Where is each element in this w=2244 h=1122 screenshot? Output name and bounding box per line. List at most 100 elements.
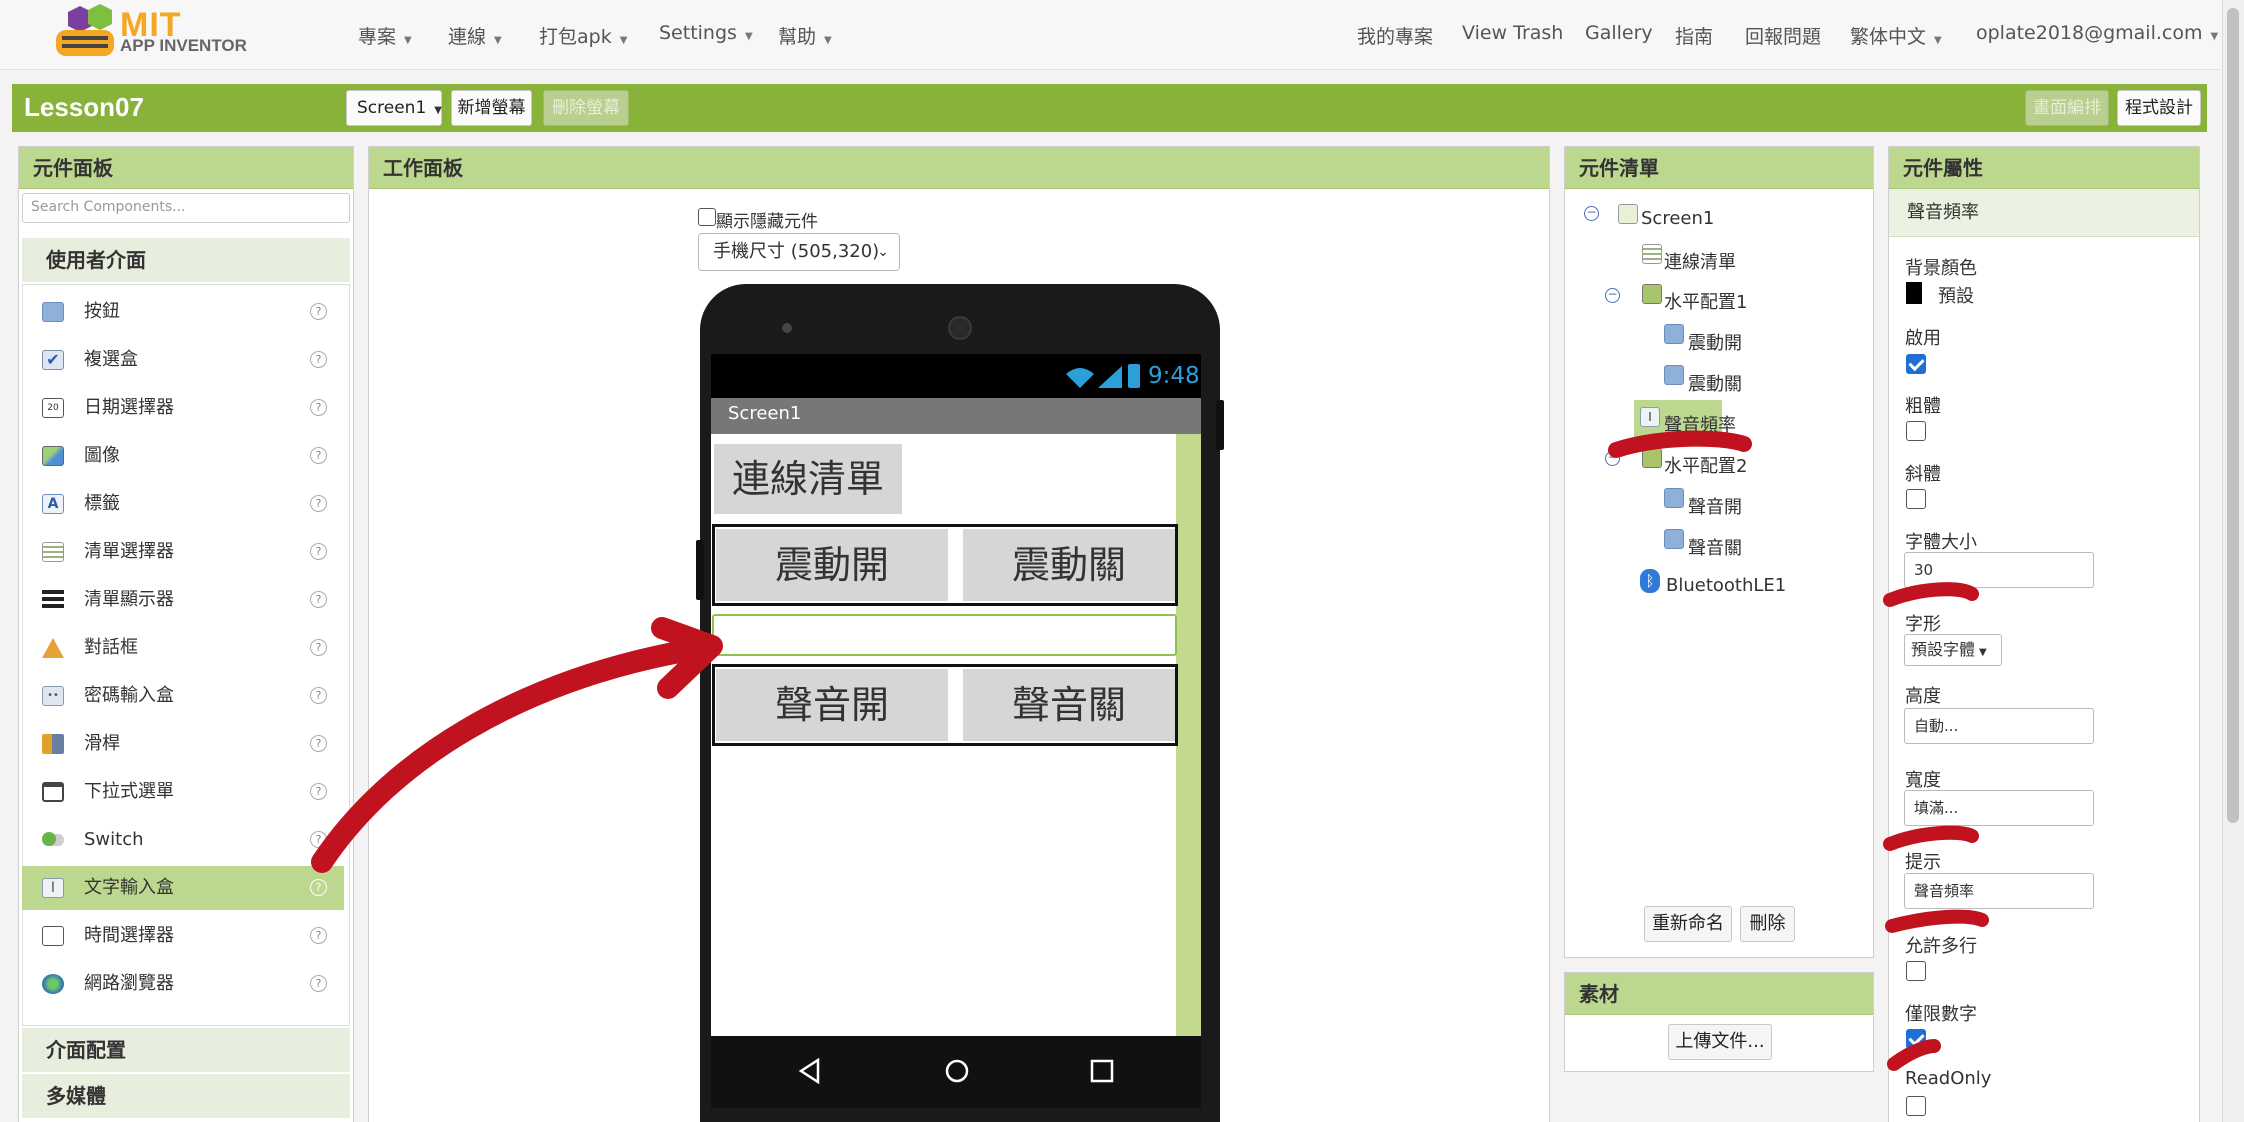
- help-icon[interactable]: ?: [310, 783, 327, 800]
- bg-color-swatch[interactable]: [1906, 282, 1922, 304]
- home-icon[interactable]: [944, 1058, 970, 1084]
- blocks-button[interactable]: 程式設計: [2117, 90, 2201, 126]
- palette-item-timepicker[interactable]: 時間選擇器?: [22, 914, 344, 958]
- nav-gallery[interactable]: Gallery: [1585, 22, 1653, 44]
- tree-item-bluetoothle1[interactable]: BluetoothLE1: [1666, 575, 1786, 596]
- designer-button[interactable]: 畫面編排: [2025, 90, 2109, 126]
- enabled-checkbox[interactable]: [1906, 354, 1926, 374]
- palette-item-checkbox[interactable]: ✔ 複選盒?: [22, 338, 344, 382]
- bg-color-value[interactable]: 預設: [1938, 282, 1974, 308]
- palette-item-webviewer[interactable]: 網路瀏覽器?: [22, 962, 344, 1006]
- fontsize-input[interactable]: 30: [1904, 552, 2094, 588]
- upload-file-button[interactable]: 上傳文件...: [1668, 1024, 1772, 1060]
- page-scrollbar-thumb[interactable]: [2227, 8, 2239, 823]
- tree-item-vibration-on[interactable]: 震動開: [1688, 329, 1742, 355]
- switch-icon: [42, 832, 64, 846]
- tree-item-screen1[interactable]: Screen1: [1641, 208, 1714, 229]
- clock-icon: [42, 926, 64, 946]
- multiline-label: 允許多行: [1905, 936, 1977, 957]
- vibration-on-button[interactable]: 震動開: [716, 529, 948, 601]
- palette-item-switch[interactable]: Switch?: [22, 818, 344, 862]
- tree-item-connect-list[interactable]: 連線清單: [1664, 248, 1736, 274]
- phone-size-select[interactable]: 手機尺寸 (505,320) ⌄: [698, 233, 900, 271]
- palette-item-spinner[interactable]: 下拉式選單?: [22, 770, 344, 814]
- screen-icon: [1618, 204, 1638, 224]
- app-inventor-logo-icon[interactable]: [48, 2, 118, 60]
- tree-item-sound-frequency[interactable]: 聲音頻率: [1664, 411, 1736, 437]
- palette-item-listpicker[interactable]: 清單選擇器?: [22, 530, 344, 574]
- show-hidden-checkbox[interactable]: [698, 208, 716, 226]
- height-input[interactable]: 自動...: [1904, 708, 2094, 744]
- remove-screen-button[interactable]: 刪除螢幕: [543, 90, 629, 126]
- nav-help[interactable]: 幫助 ▼: [778, 22, 832, 49]
- button-icon: [1664, 529, 1684, 549]
- palette-item-listview[interactable]: 清單顯示器?: [22, 578, 344, 622]
- tree-item-sound-off[interactable]: 聲音關: [1688, 534, 1742, 560]
- help-icon[interactable]: ?: [310, 879, 327, 896]
- numbers-only-checkbox[interactable]: [1906, 1029, 1926, 1049]
- nav-account[interactable]: oplate2018@gmail.com ▼: [1976, 22, 2218, 44]
- palette-item-image[interactable]: 圖像?: [22, 434, 344, 478]
- nav-projects[interactable]: 專案 ▼: [358, 22, 412, 49]
- help-icon[interactable]: ?: [310, 399, 327, 416]
- palette-item-passwordtextbox[interactable]: •• 密碼輸入盒?: [22, 674, 344, 718]
- tree-item-vibration-off[interactable]: 震動關: [1688, 370, 1742, 396]
- help-icon[interactable]: ?: [310, 831, 327, 848]
- help-icon[interactable]: ?: [310, 495, 327, 512]
- sound-off-button[interactable]: 聲音關: [963, 669, 1175, 741]
- nav-view-trash[interactable]: View Trash: [1462, 22, 1563, 44]
- collapse-icon[interactable]: −: [1605, 288, 1620, 303]
- vibration-off-button[interactable]: 震動關: [963, 529, 1175, 601]
- help-icon[interactable]: ?: [310, 351, 327, 368]
- add-screen-button[interactable]: 新增螢幕: [451, 90, 532, 126]
- project-name: Lesson07: [24, 92, 144, 122]
- category-user-interface[interactable]: 使用者介面: [22, 238, 350, 282]
- nav-guide[interactable]: 指南: [1675, 22, 1713, 49]
- nav-report[interactable]: 回報問題: [1745, 22, 1821, 49]
- nav-language[interactable]: 繁体中文 ▼: [1850, 22, 1942, 49]
- category-media[interactable]: 多媒體: [22, 1074, 350, 1118]
- palette-item-textbox[interactable]: I 文字輸入盒?: [22, 866, 344, 910]
- help-icon[interactable]: ?: [310, 639, 327, 656]
- hint-input[interactable]: 聲音頻率: [1904, 873, 2094, 909]
- palette-item-button[interactable]: 按鈕?: [22, 290, 344, 334]
- help-icon[interactable]: ?: [310, 687, 327, 704]
- component-search-input[interactable]: Search Components...: [22, 193, 350, 223]
- tree-item-harrangement2[interactable]: 水平配置2: [1664, 452, 1747, 478]
- help-icon[interactable]: ?: [310, 975, 327, 992]
- nav-settings[interactable]: Settings ▼: [659, 22, 753, 44]
- sound-on-button[interactable]: 聲音開: [716, 669, 948, 741]
- palette-item-label[interactable]: A 標籤?: [22, 482, 344, 526]
- recent-apps-icon[interactable]: [1090, 1059, 1114, 1083]
- help-icon[interactable]: ?: [310, 735, 327, 752]
- help-icon[interactable]: ?: [310, 543, 327, 560]
- readonly-checkbox[interactable]: [1906, 1096, 1926, 1116]
- collapse-icon[interactable]: −: [1605, 451, 1620, 466]
- category-layout[interactable]: 介面配置: [22, 1028, 350, 1072]
- password-icon: ••: [42, 686, 64, 706]
- palette-item-slider[interactable]: 滑桿?: [22, 722, 344, 766]
- tree-item-sound-on[interactable]: 聲音開: [1688, 493, 1742, 519]
- collapse-icon[interactable]: −: [1584, 206, 1599, 221]
- palette-item-datepicker[interactable]: 20 日期選擇器?: [22, 386, 344, 430]
- font-select[interactable]: 預設字體 ▼: [1904, 634, 2002, 666]
- screen-select[interactable]: Screen1 ▼: [346, 90, 442, 126]
- help-icon[interactable]: ?: [310, 591, 327, 608]
- help-icon[interactable]: ?: [310, 927, 327, 944]
- multiline-checkbox[interactable]: [1906, 961, 1926, 981]
- help-icon[interactable]: ?: [310, 447, 327, 464]
- palette-item-notifier[interactable]: 對話框?: [22, 626, 344, 670]
- nav-my-projects[interactable]: 我的專案: [1357, 22, 1433, 49]
- rename-button[interactable]: 重新命名: [1644, 906, 1732, 942]
- sound-frequency-textbox[interactable]: [712, 614, 1177, 656]
- back-icon[interactable]: [798, 1058, 822, 1084]
- connect-list-button[interactable]: 連線清單: [714, 444, 902, 514]
- tree-item-harrangement1[interactable]: 水平配置1: [1664, 288, 1747, 314]
- delete-button[interactable]: 刪除: [1740, 906, 1795, 942]
- width-input[interactable]: 填滿...: [1904, 790, 2094, 826]
- nav-connect[interactable]: 連線 ▼: [448, 22, 502, 49]
- help-icon[interactable]: ?: [310, 303, 327, 320]
- nav-build[interactable]: 打包apk ▼: [539, 22, 627, 49]
- italic-checkbox[interactable]: [1906, 489, 1926, 509]
- bold-checkbox[interactable]: [1906, 421, 1926, 441]
